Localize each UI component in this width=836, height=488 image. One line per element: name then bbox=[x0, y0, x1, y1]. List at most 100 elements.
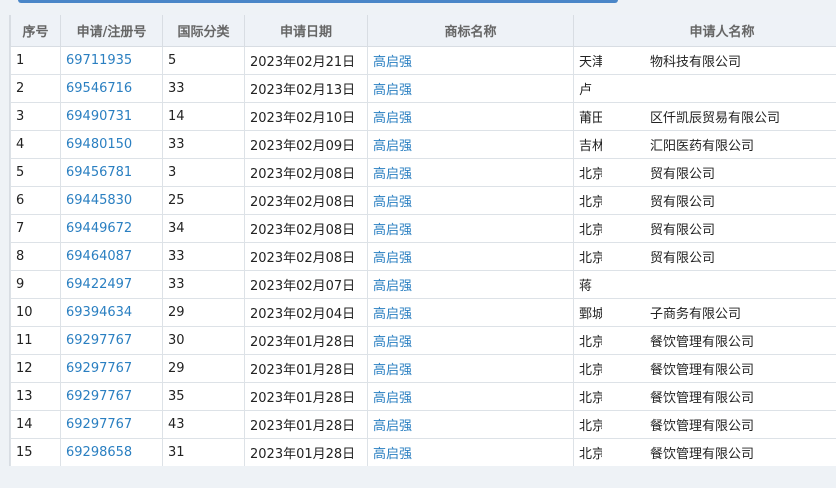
applicant-name: 北京 贸有限公司 bbox=[573, 186, 836, 215]
registration-number-link[interactable]: 69711935 bbox=[60, 46, 163, 75]
international-class: 33 bbox=[162, 130, 245, 159]
application-date: 2023年02月08日 bbox=[244, 242, 368, 271]
redaction-mask bbox=[602, 413, 647, 437]
registration-number-link[interactable]: 69456781 bbox=[60, 158, 163, 187]
redaction-mask bbox=[602, 301, 647, 325]
header-registration-number[interactable]: 申请/注册号 bbox=[60, 15, 163, 47]
trademark-name-link[interactable]: 高启强 bbox=[367, 354, 574, 383]
header-international-class[interactable]: 国际分类 bbox=[162, 15, 245, 47]
row-index: 12 bbox=[10, 354, 61, 383]
application-date: 2023年01月28日 bbox=[244, 354, 368, 383]
application-date: 2023年02月08日 bbox=[244, 186, 368, 215]
applicant-name: 北京 贸有限公司 bbox=[573, 242, 836, 271]
registration-number-link[interactable]: 69490731 bbox=[60, 102, 163, 131]
international-class: 33 bbox=[162, 270, 245, 299]
header-index[interactable]: 序号 bbox=[10, 15, 61, 47]
row-index: 2 bbox=[10, 74, 61, 103]
applicant-prefix: 蒋 bbox=[579, 279, 593, 294]
applicant-suffix: 区仟凯辰贸易有限公司 bbox=[650, 111, 781, 126]
trademark-name-link[interactable]: 高启强 bbox=[367, 46, 574, 75]
applicant-name: 北京 贸有限公司 bbox=[573, 158, 836, 187]
row-index: 4 bbox=[10, 130, 61, 159]
header-application-date[interactable]: 申请日期 bbox=[244, 15, 368, 47]
applicant-suffix: 餐饮管理有限公司 bbox=[650, 447, 755, 462]
registration-number-link[interactable]: 69464087 bbox=[60, 242, 163, 271]
international-class: 31 bbox=[162, 438, 245, 466]
redaction-mask bbox=[602, 161, 647, 185]
applicant-suffix: 汇阳医药有限公司 bbox=[650, 139, 755, 154]
application-date: 2023年01月28日 bbox=[244, 326, 368, 355]
trademark-name-link[interactable]: 高启强 bbox=[367, 298, 574, 327]
trademark-name-link[interactable]: 高启强 bbox=[367, 74, 574, 103]
application-date: 2023年01月28日 bbox=[244, 410, 368, 439]
row-index: 3 bbox=[10, 102, 61, 131]
trademark-name-link[interactable]: 高启强 bbox=[367, 242, 574, 271]
applicant-name: 北京 餐饮管理有限公司 bbox=[573, 354, 836, 383]
row-index: 14 bbox=[10, 410, 61, 439]
redaction-mask bbox=[602, 357, 647, 381]
applicant-name: 北京 餐饮管理有限公司 bbox=[573, 410, 836, 439]
registration-number-link[interactable]: 69445830 bbox=[60, 186, 163, 215]
bottom-gutter bbox=[0, 466, 836, 488]
registration-number-link[interactable]: 69297767 bbox=[60, 410, 163, 439]
table-row: 15 69298658 31 2023年01月28日 高启强 北京 餐饮管理有限公… bbox=[10, 438, 836, 466]
applicant-suffix: 贸有限公司 bbox=[650, 223, 716, 238]
registration-number-link[interactable]: 69298658 bbox=[60, 438, 163, 466]
registration-number-link[interactable]: 69480150 bbox=[60, 130, 163, 159]
applicant-name: 北京 贸有限公司 bbox=[573, 214, 836, 243]
trademark-name-link[interactable]: 高启强 bbox=[367, 130, 574, 159]
applicant-name: 莆田 区仟凯辰贸易有限公司 bbox=[573, 102, 836, 131]
registration-number-link[interactable]: 69297767 bbox=[60, 354, 163, 383]
row-index: 7 bbox=[10, 214, 61, 243]
application-date: 2023年02月08日 bbox=[244, 214, 368, 243]
redaction-mask bbox=[602, 385, 647, 409]
trademark-results-panel: 序号 申请/注册号 国际分类 申请日期 商标名称 申请人名称 1 6971193… bbox=[9, 15, 836, 466]
trademark-name-link[interactable]: 高启强 bbox=[367, 438, 574, 466]
registration-number-link[interactable]: 69297767 bbox=[60, 326, 163, 355]
trademark-name-link[interactable]: 高启强 bbox=[367, 214, 574, 243]
redaction-mask bbox=[602, 245, 647, 269]
application-date: 2023年01月28日 bbox=[244, 438, 368, 466]
applicant-suffix: 餐饮管理有限公司 bbox=[650, 391, 755, 406]
international-class: 33 bbox=[162, 74, 245, 103]
redaction-mask bbox=[602, 217, 647, 241]
trademark-name-link[interactable]: 高启强 bbox=[367, 326, 574, 355]
applicant-name: 北京 餐饮管理有限公司 bbox=[573, 382, 836, 411]
applicant-suffix: 贸有限公司 bbox=[650, 251, 716, 266]
registration-number-link[interactable]: 69422497 bbox=[60, 270, 163, 299]
trademark-name-link[interactable]: 高启强 bbox=[367, 102, 574, 131]
table-row: 8 69464087 33 2023年02月08日 高启强 北京 贸有限公司 bbox=[10, 242, 836, 271]
table-row: 11 69297767 30 2023年01月28日 高启强 北京 餐饮管理有限公… bbox=[10, 326, 836, 355]
registration-number-link[interactable]: 69449672 bbox=[60, 214, 163, 243]
trademark-name-link[interactable]: 高启强 bbox=[367, 410, 574, 439]
redaction-mask bbox=[602, 49, 647, 73]
trademark-name-link[interactable]: 高启强 bbox=[367, 186, 574, 215]
international-class: 29 bbox=[162, 298, 245, 327]
application-date: 2023年02月13日 bbox=[244, 74, 368, 103]
application-date: 2023年02月21日 bbox=[244, 46, 368, 75]
trademark-name-link[interactable]: 高启强 bbox=[367, 382, 574, 411]
registration-number-link[interactable]: 69394634 bbox=[60, 298, 163, 327]
trademark-name-link[interactable]: 高启强 bbox=[367, 158, 574, 187]
table-row: 12 69297767 29 2023年01月28日 高启强 北京 餐饮管理有限公… bbox=[10, 354, 836, 383]
row-index: 15 bbox=[10, 438, 61, 466]
redaction-mask bbox=[602, 105, 647, 129]
registration-number-link[interactable]: 69546716 bbox=[60, 74, 163, 103]
international-class: 5 bbox=[162, 46, 245, 75]
redaction-mask bbox=[602, 329, 647, 353]
applicant-suffix: 贸有限公司 bbox=[650, 195, 716, 210]
applicant-name: 吉林 汇阳医药有限公司 bbox=[573, 130, 836, 159]
registration-number-link[interactable]: 69297767 bbox=[60, 382, 163, 411]
table-row: 3 69490731 14 2023年02月10日 高启强 莆田 区仟凯辰贸易有限… bbox=[10, 102, 836, 131]
table-header-row: 序号 申请/注册号 国际分类 申请日期 商标名称 申请人名称 bbox=[10, 15, 836, 47]
applicant-suffix: 餐饮管理有限公司 bbox=[650, 419, 755, 434]
row-index: 9 bbox=[10, 270, 61, 299]
applicant-suffix: 子商务有限公司 bbox=[650, 307, 742, 322]
header-applicant-name[interactable]: 申请人名称 bbox=[573, 15, 836, 47]
applicant-suffix: 贸有限公司 bbox=[650, 167, 716, 182]
redaction-mask bbox=[602, 273, 647, 297]
table-row: 4 69480150 33 2023年02月09日 高启强 吉林 汇阳医药有限公司 bbox=[10, 130, 836, 159]
header-trademark-name[interactable]: 商标名称 bbox=[367, 15, 574, 47]
row-index: 13 bbox=[10, 382, 61, 411]
trademark-name-link[interactable]: 高启强 bbox=[367, 270, 574, 299]
